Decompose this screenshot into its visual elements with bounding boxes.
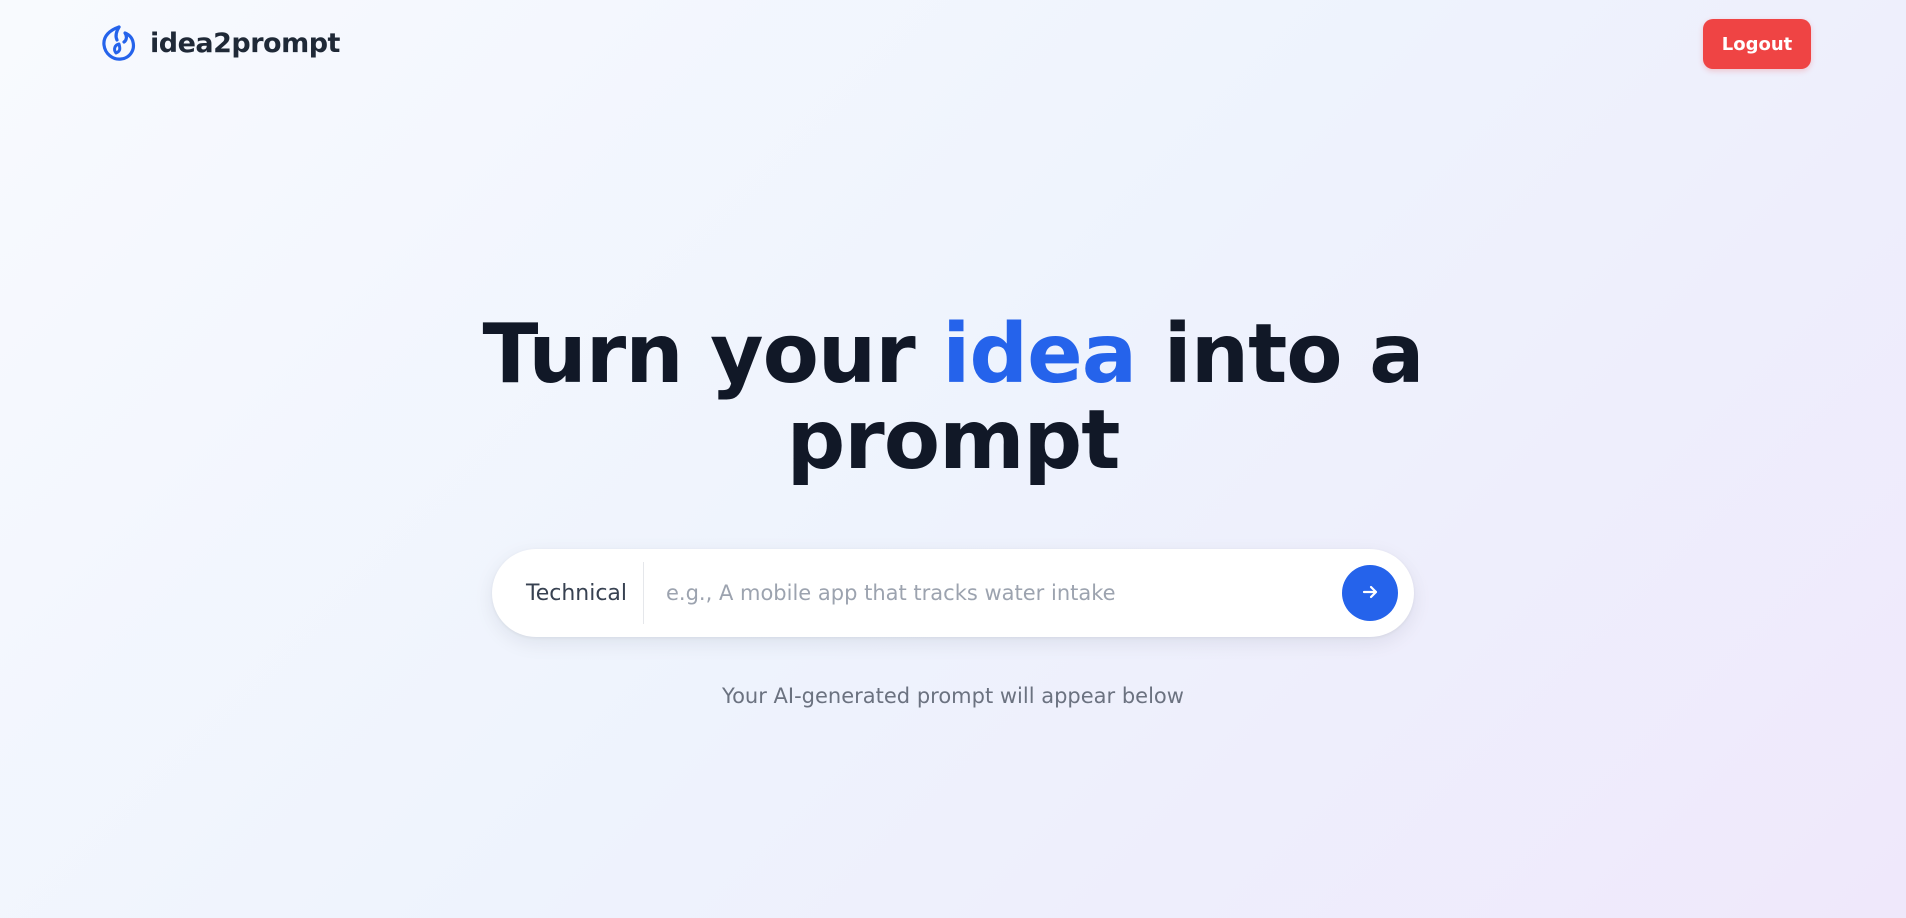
title-text-before: Turn your [482, 307, 943, 402]
arrow-right-icon [1360, 582, 1380, 605]
hero-section: Turn your idea into a prompt [0, 312, 1906, 484]
title-line-2: prompt [786, 393, 1121, 488]
logout-button[interactable]: Logout [1703, 19, 1811, 69]
mode-selector[interactable]: Technical [492, 581, 643, 606]
helper-text: Your AI-generated prompt will appear bel… [722, 684, 1184, 708]
top-bar: idea2prompt Logout [0, 0, 1906, 88]
app-name: idea2prompt [150, 27, 340, 59]
idea-input[interactable] [644, 563, 1342, 623]
submit-button[interactable] [1342, 565, 1398, 621]
brand[interactable]: idea2prompt [98, 22, 340, 64]
flame-swirl-icon [98, 22, 140, 64]
page-title: Turn your idea into a prompt [0, 312, 1906, 484]
idea-search-bar: Technical [492, 549, 1414, 637]
title-accent-word: idea [942, 307, 1137, 402]
title-text-after: into a [1136, 307, 1425, 402]
